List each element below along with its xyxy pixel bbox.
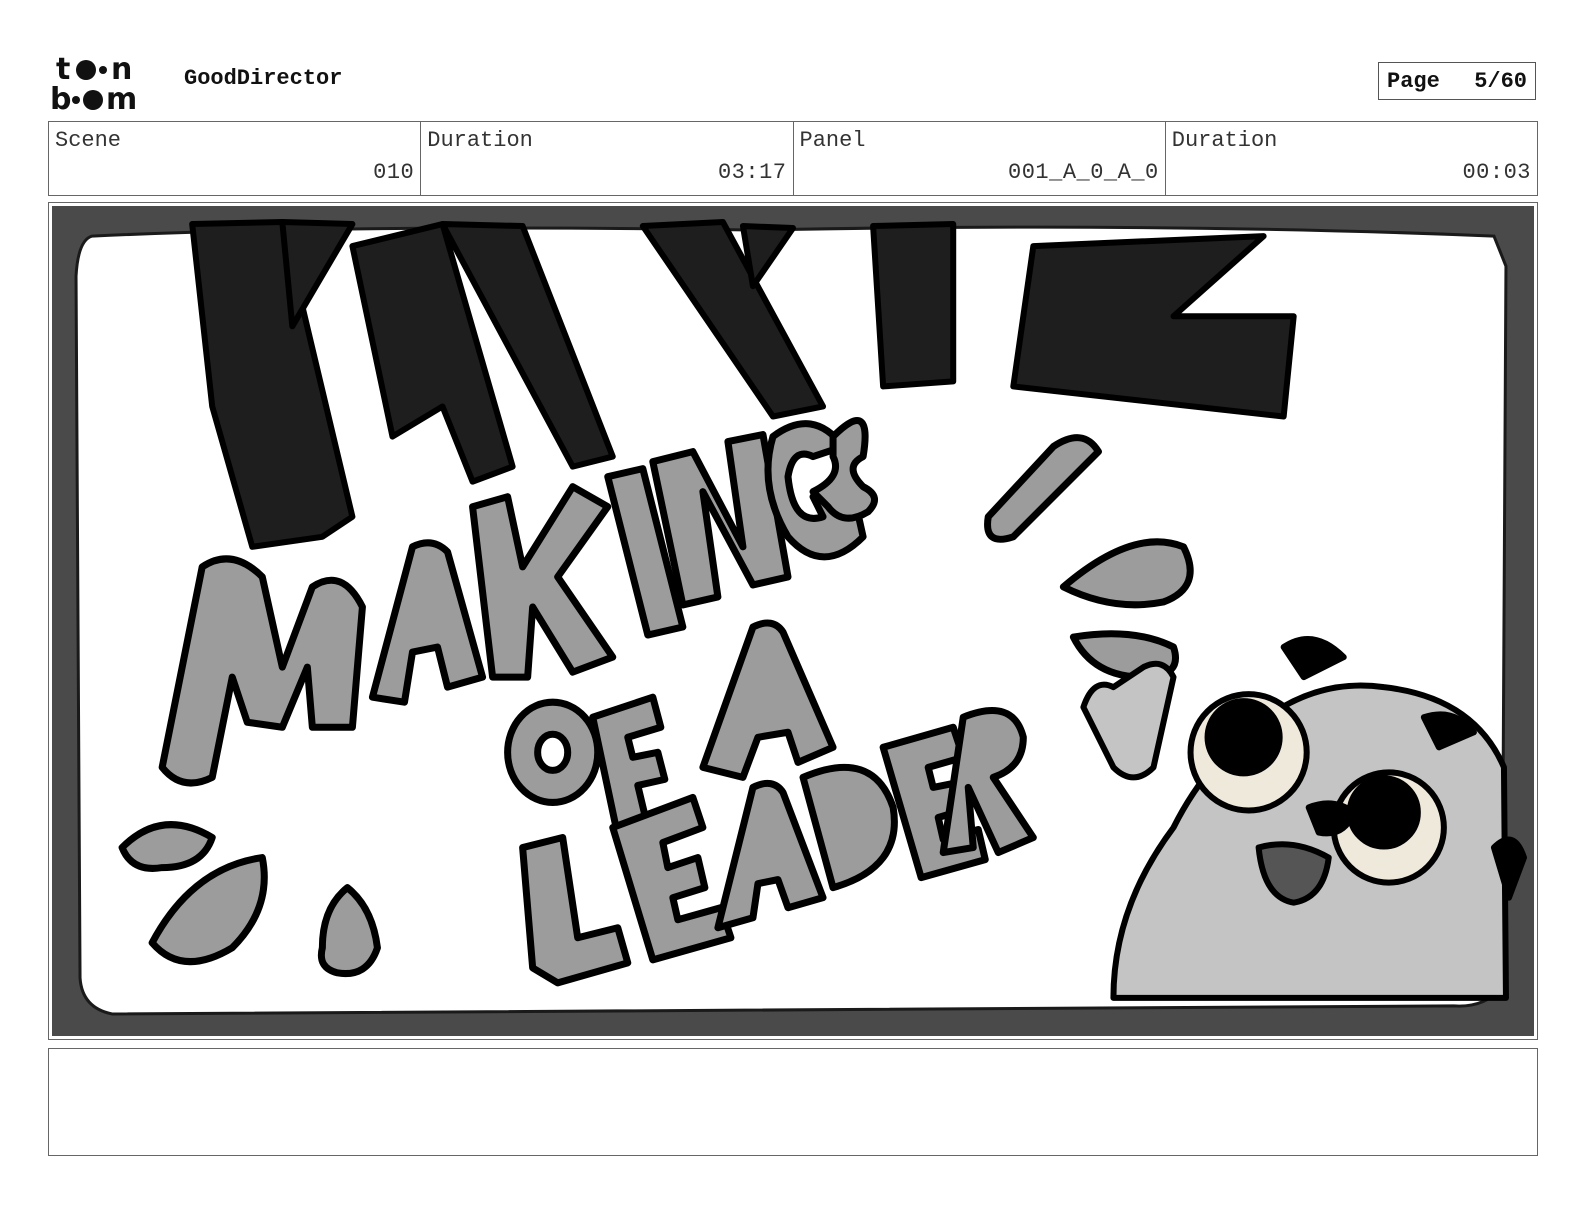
page-indicator: Page 5/60 <box>1378 62 1536 100</box>
panel-info-row: Scene 010 Duration 03:17 Panel 001_A_0_A… <box>48 121 1538 196</box>
page-value: 5/60 <box>1474 68 1527 94</box>
storyboard-panel <box>48 202 1538 1040</box>
panel-label: Panel <box>799 128 866 153</box>
scene-cell: Scene 010 <box>49 122 422 195</box>
panel-illustration <box>52 206 1534 1036</box>
scene-duration-label: Duration <box>427 128 533 153</box>
svg-text:b: b <box>50 82 71 112</box>
panel-duration-value: 00:03 <box>1462 160 1531 185</box>
panel-notes <box>48 1048 1538 1156</box>
toonboom-logo: t n b m <box>50 52 165 117</box>
panel-duration-label: Duration <box>1171 128 1278 153</box>
panel-cell: Panel 001_A_0_A_0 <box>794 122 1166 195</box>
app-name: GoodDirector <box>184 66 343 91</box>
panel-value: 001_A_0_A_0 <box>1008 160 1159 185</box>
svg-text:m: m <box>106 82 137 112</box>
scene-duration-value: 03:17 <box>717 160 787 185</box>
page-label: Page <box>1387 68 1440 94</box>
scene-duration-cell: Duration 03:17 <box>421 122 794 195</box>
scene-value: 010 <box>373 160 415 185</box>
panel-duration-cell: Duration 00:03 <box>1166 122 1537 195</box>
scene-label: Scene <box>55 128 122 153</box>
